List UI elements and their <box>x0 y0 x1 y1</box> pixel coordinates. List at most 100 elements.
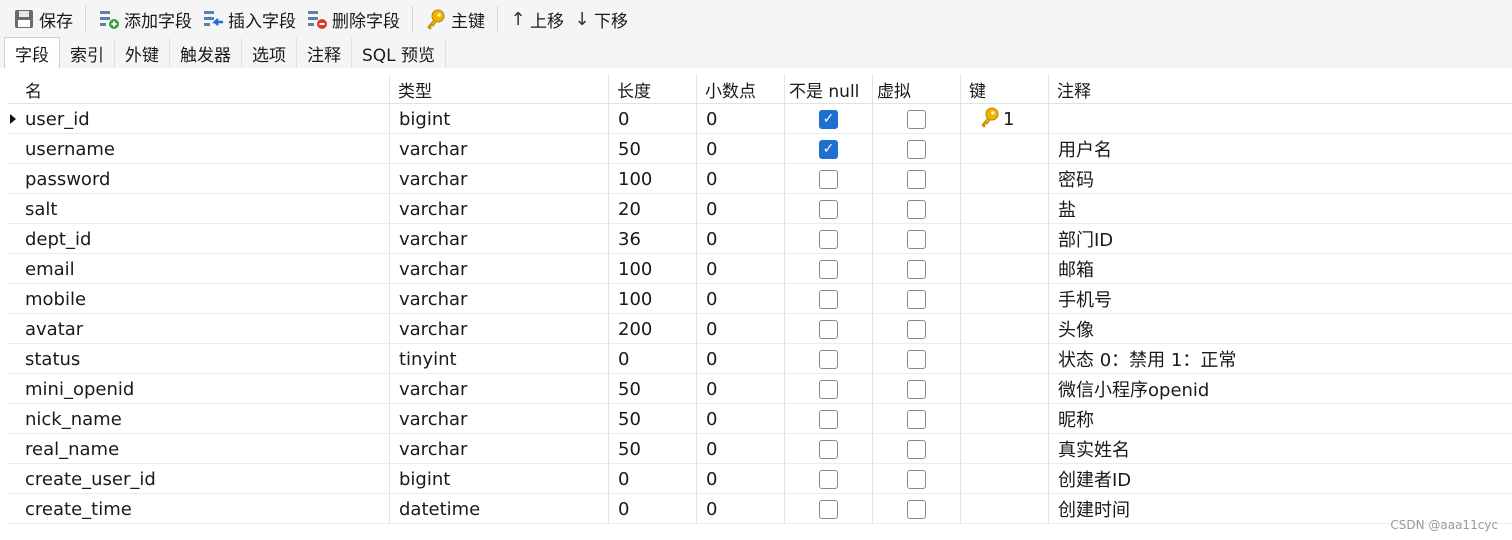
column-header-decimals[interactable]: 小数点 <box>697 74 785 104</box>
column-header-key[interactable]: 键 <box>961 74 1049 104</box>
field-decimals-cell[interactable]: 0 <box>697 284 785 314</box>
virtual-checkbox[interactable] <box>907 229 926 249</box>
key-cell[interactable] <box>961 344 1049 374</box>
field-type-cell[interactable]: varchar <box>390 194 609 224</box>
primary-key-button[interactable]: 主键 <box>420 4 490 34</box>
key-cell[interactable] <box>961 404 1049 434</box>
move-down-button[interactable]: ↓ 下移 <box>569 4 633 34</box>
not-null-checkbox[interactable] <box>819 259 838 279</box>
tab-triggers[interactable]: 触发器 <box>170 38 242 68</box>
virtual-checkbox[interactable] <box>907 379 926 399</box>
field-length-cell[interactable]: 100 <box>609 254 697 284</box>
field-length-cell[interactable]: 50 <box>609 404 697 434</box>
virtual-checkbox[interactable] <box>907 259 926 279</box>
field-type-cell[interactable]: tinyint <box>390 344 609 374</box>
table-row[interactable]: salt varchar 20 0 盐 <box>8 194 1512 224</box>
field-decimals-cell[interactable]: 0 <box>697 344 785 374</box>
column-header-length[interactable]: 长度 <box>609 74 697 104</box>
table-row[interactable]: email varchar 100 0 邮箱 <box>8 254 1512 284</box>
column-header-type[interactable]: 类型 <box>390 74 609 104</box>
not-null-checkbox[interactable] <box>819 439 838 459</box>
field-length-cell[interactable]: 50 <box>609 374 697 404</box>
field-type-cell[interactable]: varchar <box>390 284 609 314</box>
field-length-cell[interactable]: 0 <box>609 494 697 524</box>
not-null-checkbox[interactable] <box>819 289 838 309</box>
field-comment-cell[interactable]: 真实姓名 <box>1049 434 1509 464</box>
field-type-cell[interactable]: varchar <box>390 404 609 434</box>
virtual-checkbox[interactable] <box>907 439 926 459</box>
field-decimals-cell[interactable]: 0 <box>697 104 785 134</box>
not-null-checkbox[interactable] <box>819 469 838 489</box>
field-comment-cell[interactable]: 昵称 <box>1049 404 1509 434</box>
field-comment-cell[interactable]: 微信小程序openid <box>1049 374 1509 404</box>
field-length-cell[interactable]: 100 <box>609 164 697 194</box>
not-null-checkbox[interactable] <box>819 379 838 399</box>
field-decimals-cell[interactable]: 0 <box>697 314 785 344</box>
field-type-cell[interactable]: varchar <box>390 134 609 164</box>
table-row[interactable]: user_id bigint 0 0 ✓ 1 <box>8 104 1512 134</box>
field-comment-cell[interactable]: 手机号 <box>1049 284 1509 314</box>
field-decimals-cell[interactable]: 0 <box>697 164 785 194</box>
tab-indexes[interactable]: 索引 <box>60 38 115 68</box>
field-name-cell[interactable]: real_name <box>17 434 390 464</box>
field-name-cell[interactable]: salt <box>17 194 390 224</box>
virtual-checkbox[interactable] <box>907 139 926 159</box>
field-comment-cell[interactable]: 密码 <box>1049 164 1509 194</box>
field-type-cell[interactable]: varchar <box>390 374 609 404</box>
field-comment-cell[interactable]: 邮箱 <box>1049 254 1509 284</box>
table-row[interactable]: create_time datetime 0 0 创建时间 <box>8 494 1512 524</box>
field-comment-cell[interactable]: 用户名 <box>1049 134 1509 164</box>
table-row[interactable]: mini_openid varchar 50 0 微信小程序openid <box>8 374 1512 404</box>
field-name-cell[interactable]: avatar <box>17 314 390 344</box>
field-type-cell[interactable]: datetime <box>390 494 609 524</box>
field-decimals-cell[interactable]: 0 <box>697 194 785 224</box>
tab-comment[interactable]: 注释 <box>297 38 352 68</box>
not-null-checkbox[interactable] <box>819 349 838 369</box>
field-length-cell[interactable]: 100 <box>609 284 697 314</box>
insert-field-button[interactable]: 插入字段 <box>197 4 301 34</box>
table-row[interactable]: password varchar 100 0 密码 <box>8 164 1512 194</box>
field-type-cell[interactable]: varchar <box>390 434 609 464</box>
key-cell[interactable] <box>961 434 1049 464</box>
field-type-cell[interactable]: bigint <box>390 464 609 494</box>
key-cell[interactable] <box>961 224 1049 254</box>
column-header-name[interactable]: 名 <box>17 74 390 104</box>
field-name-cell[interactable]: user_id <box>17 104 390 134</box>
field-decimals-cell[interactable]: 0 <box>697 254 785 284</box>
not-null-checkbox[interactable] <box>819 409 838 429</box>
key-cell[interactable]: 1 <box>961 104 1049 134</box>
table-row[interactable]: username varchar 50 0 ✓ 用户名 <box>8 134 1512 164</box>
field-name-cell[interactable]: mobile <box>17 284 390 314</box>
virtual-checkbox[interactable] <box>907 169 926 189</box>
delete-field-button[interactable]: 删除字段 <box>301 4 405 34</box>
virtual-checkbox[interactable] <box>907 109 926 129</box>
tab-options[interactable]: 选项 <box>242 38 297 68</box>
virtual-checkbox[interactable] <box>907 319 926 339</box>
field-decimals-cell[interactable]: 0 <box>697 464 785 494</box>
virtual-checkbox[interactable] <box>907 349 926 369</box>
virtual-checkbox[interactable] <box>907 199 926 219</box>
column-header-comment[interactable]: 注释 <box>1049 74 1509 104</box>
field-type-cell[interactable]: varchar <box>390 164 609 194</box>
key-cell[interactable] <box>961 134 1049 164</box>
table-row[interactable]: nick_name varchar 50 0 昵称 <box>8 404 1512 434</box>
table-row[interactable]: avatar varchar 200 0 头像 <box>8 314 1512 344</box>
table-row[interactable]: mobile varchar 100 0 手机号 <box>8 284 1512 314</box>
add-field-button[interactable]: 添加字段 <box>93 4 197 34</box>
field-name-cell[interactable]: dept_id <box>17 224 390 254</box>
field-name-cell[interactable]: mini_openid <box>17 374 390 404</box>
field-length-cell[interactable]: 36 <box>609 224 697 254</box>
field-decimals-cell[interactable]: 0 <box>697 134 785 164</box>
field-decimals-cell[interactable]: 0 <box>697 434 785 464</box>
field-length-cell[interactable]: 200 <box>609 314 697 344</box>
virtual-checkbox[interactable] <box>907 469 926 489</box>
field-comment-cell[interactable]: 状态 0：禁用 1：正常 <box>1049 344 1509 374</box>
field-name-cell[interactable]: create_time <box>17 494 390 524</box>
field-type-cell[interactable]: varchar <box>390 314 609 344</box>
field-type-cell[interactable]: bigint <box>390 104 609 134</box>
field-name-cell[interactable]: username <box>17 134 390 164</box>
virtual-checkbox[interactable] <box>907 409 926 429</box>
field-decimals-cell[interactable]: 0 <box>697 404 785 434</box>
field-name-cell[interactable]: email <box>17 254 390 284</box>
field-type-cell[interactable]: varchar <box>390 224 609 254</box>
